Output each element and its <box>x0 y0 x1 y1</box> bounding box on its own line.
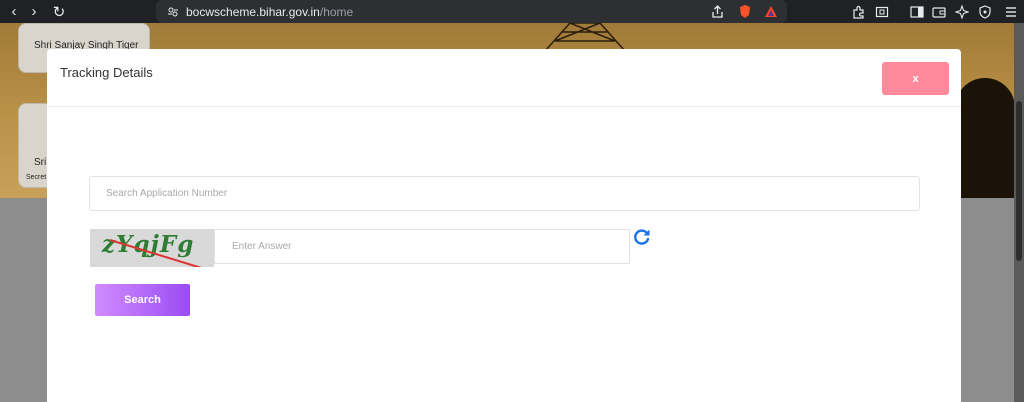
modal-title: Tracking Details <box>60 65 153 80</box>
address-bar[interactable]: bocwscheme.bihar.gov.in/home <box>156 0 787 23</box>
tracking-details-modal: Tracking Details x zYqjFg Search <box>47 49 961 402</box>
refresh-captcha-icon[interactable] <box>632 227 652 247</box>
modal-header: Tracking Details x <box>47 49 961 107</box>
menu-icon[interactable] <box>1002 3 1019 20</box>
sidebar-icon[interactable] <box>908 3 925 20</box>
reload-icon[interactable]: ↻ <box>47 0 71 23</box>
url-text: bocwscheme.bihar.gov.in/home <box>186 5 353 19</box>
screenshot-icon[interactable] <box>873 3 890 20</box>
silhouette-graphic <box>955 78 1015 198</box>
close-button[interactable]: x <box>882 62 949 95</box>
vpn-icon[interactable] <box>976 3 993 20</box>
site-settings-icon[interactable] <box>164 3 181 20</box>
search-button[interactable]: Search <box>95 284 190 316</box>
url-host: bocwscheme.bihar.gov.in <box>186 4 320 19</box>
share-icon[interactable] <box>709 3 726 20</box>
profile-card-2-subtitle: Secret <box>26 174 47 181</box>
extensions-icon[interactable] <box>849 3 866 20</box>
url-path: /home <box>319 4 354 19</box>
page-scrollbar[interactable] <box>1014 23 1024 402</box>
tower-graphic <box>544 23 626 51</box>
captcha-text: zYqjFg <box>102 231 195 258</box>
captcha-image: zYqjFg <box>90 229 214 267</box>
brave-shields-icon[interactable] <box>736 3 753 20</box>
application-number-input[interactable] <box>89 176 920 211</box>
brave-rewards-icon[interactable] <box>762 3 779 20</box>
captcha-answer-input[interactable] <box>214 229 630 264</box>
browser-toolbar: ‹ › ↻ bocwscheme.bihar.gov.in/home <box>0 0 1024 23</box>
wallet-icon[interactable] <box>930 3 947 20</box>
leo-icon[interactable] <box>953 3 970 20</box>
scrollbar-thumb[interactable] <box>1016 101 1022 261</box>
forward-icon[interactable]: › <box>22 0 46 23</box>
